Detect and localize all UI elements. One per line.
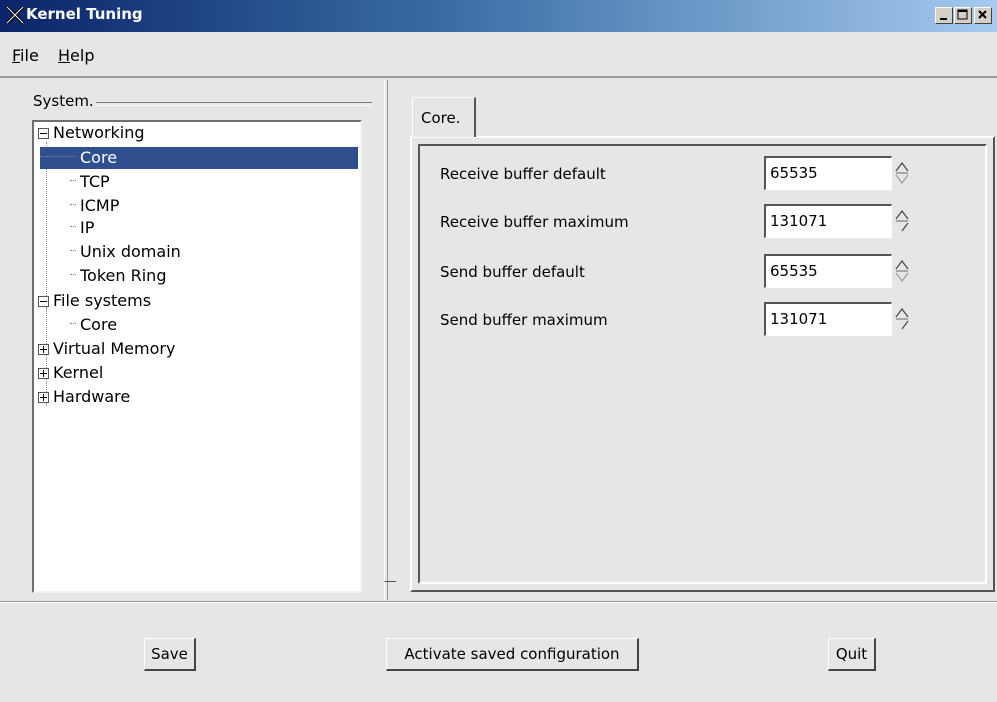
param-label-send-maximum: Send buffer maximum [440,311,608,329]
tree-branch [40,156,76,157]
param-label-receive-default: Receive buffer default [440,165,606,183]
collapse-icon[interactable] [38,296,49,307]
minimize-button[interactable] [935,7,953,24]
tree-node-label: Virtual Memory [53,339,176,358]
bottom-separator [0,601,997,603]
tree-node-icmp[interactable]: ICMP [70,195,119,217]
menu-file[interactable]: File [12,46,39,65]
receive-buffer-maximum-input[interactable]: 131071 [764,204,892,238]
tree-node-file-systems-core[interactable]: Core [70,314,117,336]
tree-node-label: File systems [53,291,152,310]
expand-icon[interactable] [38,344,49,355]
spin-value: 65535 [770,164,818,182]
param-label-receive-maximum: Receive buffer maximum [440,213,629,231]
expand-icon[interactable] [38,392,49,403]
spin-arrows-icon[interactable] [894,302,910,336]
tree-node-label: Kernel [53,363,104,382]
spin-arrows-icon[interactable] [894,254,910,288]
spin-arrows-icon[interactable] [894,156,910,190]
receive-buffer-default-input[interactable]: 65535 [764,156,892,190]
tree-node-label: Core [80,315,118,334]
tree-node-label: IP [80,218,95,237]
close-icon [978,10,987,19]
spin-value: 131071 [770,310,828,328]
minimize-icon [940,18,947,20]
send-buffer-maximum-input[interactable]: 131071 [764,302,892,336]
tree-node-networking-core[interactable]: Core [40,147,358,169]
close-button[interactable] [974,7,992,24]
spin-arrows-icon[interactable] [894,204,910,238]
tree-node-file-systems[interactable]: File systems [38,290,151,312]
core-panel: Receive buffer default 65535 Receive buf… [410,136,995,592]
tree-node-token-ring[interactable]: Token Ring [70,265,166,287]
tree-branch [70,226,76,227]
tab-label: Core. [421,109,461,127]
tree-node-label: Hardware [53,387,131,406]
tree-branch [70,180,76,181]
pane-splitter[interactable] [384,80,388,600]
tree-node-label: ICMP [80,196,120,215]
tab-core[interactable]: Core. [412,97,476,137]
menu-file-mnemonic: F [12,46,21,65]
tree-node-networking[interactable]: Networking [38,122,145,144]
menu-help[interactable]: Help [58,46,94,65]
spin-value: 65535 [770,262,818,280]
frame-title: System. [31,92,96,110]
param-label-send-default: Send buffer default [440,263,585,281]
tree-node-label: Core [80,148,118,167]
send-buffer-default-input[interactable]: 65535 [764,254,892,288]
splitter-handle[interactable] [384,570,396,582]
title-bar: Kernel Tuning [0,0,997,32]
tree-node-virtual-memory[interactable]: Virtual Memory [38,338,175,360]
panel-content: Receive buffer default 65535 Receive buf… [418,144,987,584]
tree-node-ip[interactable]: IP [70,217,94,239]
system-frame: System. Networking Core TCP ICMP IP Unix… [28,92,372,597]
tree-node-kernel[interactable]: Kernel [38,362,103,384]
tree-branch [70,250,76,251]
quit-button[interactable]: Quit [828,638,876,671]
system-tree[interactable]: Networking Core TCP ICMP IP Unix domain … [32,120,362,593]
tree-node-label: Unix domain [80,242,181,261]
menu-help-label: elp [70,46,95,65]
tree-branch [70,204,76,205]
x-logo-icon [6,6,24,24]
menu-file-label: ile [20,46,39,65]
menu-bar: File Help [0,32,997,78]
tree-branch [70,323,76,324]
tree-branch [70,274,76,275]
tree-node-label: Networking [53,123,145,142]
tree-node-unix-domain[interactable]: Unix domain [70,241,181,263]
tree-node-label: Token Ring [80,266,167,285]
maximize-button[interactable] [954,7,972,24]
tree-node-label: TCP [80,172,110,191]
maximize-icon [957,9,968,20]
tree-node-tcp[interactable]: TCP [70,171,110,193]
window-title: Kernel Tuning [26,5,143,23]
menu-help-mnemonic: H [58,46,71,65]
save-button[interactable]: Save [144,638,196,671]
spin-value: 131071 [770,212,828,230]
expand-icon[interactable] [38,368,49,379]
collapse-icon[interactable] [38,128,49,139]
tree-node-hardware[interactable]: Hardware [38,386,130,408]
activate-saved-configuration-button[interactable]: Activate saved configuration [386,638,639,671]
